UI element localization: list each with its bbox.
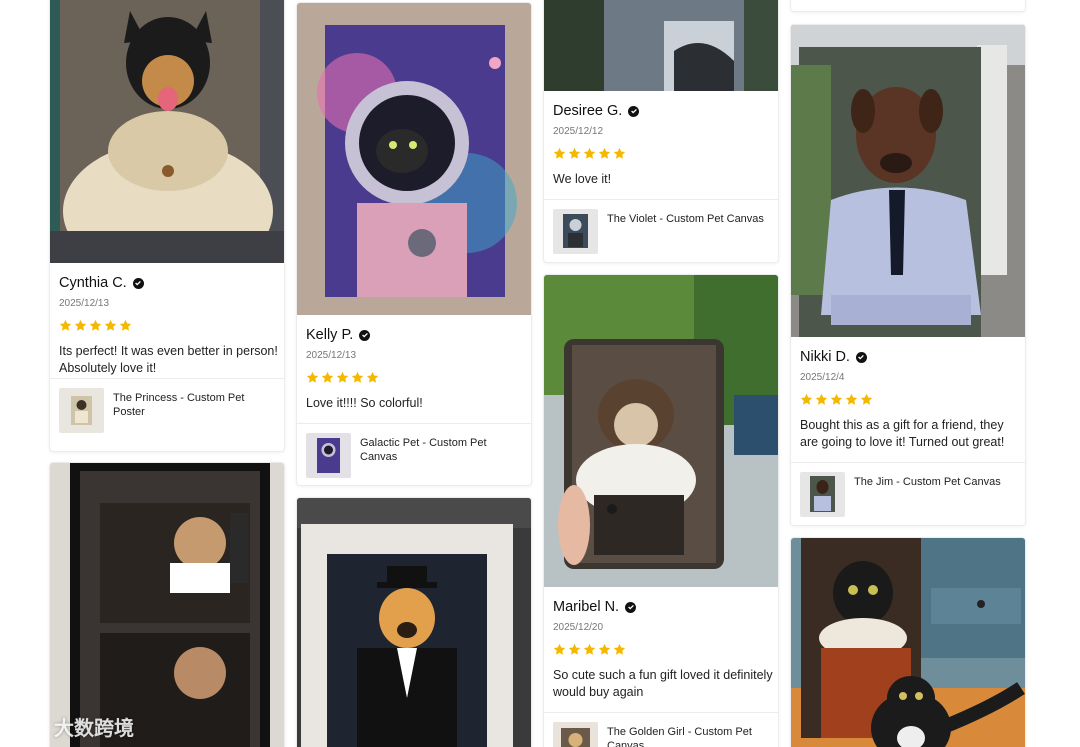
cat-portrait-photo — [791, 538, 1025, 747]
product-name[interactable]: The Golden Girl - Custom Pet Canvas — [607, 725, 772, 747]
star-icon — [366, 371, 379, 383]
star-icon — [598, 643, 611, 655]
star-icon — [104, 319, 117, 331]
star-rating — [306, 371, 379, 384]
verified-badge-icon — [359, 329, 371, 341]
watermark-text: 大数跨境 — [54, 718, 134, 740]
star-icon — [59, 319, 72, 331]
reviewer-name: Maribel N. — [553, 599, 620, 615]
product-name[interactable]: The Princess - Custom Pet Poster — [113, 391, 278, 419]
star-icon — [613, 643, 626, 655]
verified-badge-icon — [855, 351, 867, 363]
review-photo[interactable] — [791, 25, 1025, 337]
star-icon — [613, 147, 626, 159]
product-name[interactable]: The Jim - Custom Pet Canvas — [854, 475, 1019, 489]
gentlemen-cats-photo — [50, 463, 284, 747]
review-text: Its perfect! It was even better in perso… — [59, 344, 278, 375]
review-date: 2025/12/20 — [553, 622, 604, 633]
reviewer-name: Nikki D. — [800, 349, 850, 365]
reviewer-name: Desiree G. — [553, 103, 623, 119]
review-card[interactable] — [790, 0, 1026, 12]
verified-badge-icon — [625, 601, 637, 613]
business-dog-photo — [791, 25, 1025, 337]
watermark-logo-icon — [8, 716, 48, 736]
review-date: 2025/12/13 — [306, 350, 357, 361]
review-card[interactable]: Maribel N. 2025/12/20 So cute such a fun… — [543, 274, 779, 747]
astronaut-cat-photo — [297, 3, 531, 315]
reviewer-name: Cynthia C. — [59, 275, 127, 291]
star-rating — [800, 393, 873, 406]
star-icon — [815, 393, 828, 405]
review-date: 2025/12/12 — [553, 126, 604, 137]
product-link[interactable]: The Princess - Custom Pet Poster — [50, 378, 284, 440]
review-card[interactable] — [790, 537, 1026, 747]
star-icon — [553, 643, 566, 655]
product-link[interactable]: The Golden Girl - Custom Pet Canvas — [544, 712, 778, 747]
star-icon — [119, 319, 132, 331]
violet-portrait-photo — [544, 0, 778, 91]
star-icon — [568, 643, 581, 655]
review-text: Bought this as a gift for a friend, they… — [800, 418, 1005, 449]
review-card[interactable]: Cynthia C. 2025/12/13 Its perfect! It wa… — [49, 0, 285, 452]
watermark-logo: 大数跨境 — [8, 712, 134, 741]
product-link[interactable]: The Jim - Custom Pet Canvas — [791, 462, 1025, 524]
review-photo[interactable] — [544, 0, 778, 91]
star-icon — [860, 393, 873, 405]
review-photo[interactable] — [297, 498, 531, 747]
review-date: 2025/12/4 — [800, 372, 845, 383]
star-icon — [306, 371, 319, 383]
star-icon — [321, 371, 334, 383]
star-icon — [583, 643, 596, 655]
star-icon — [830, 393, 843, 405]
review-card[interactable] — [296, 497, 532, 747]
review-masonry-grid: Cynthia C. 2025/12/13 Its perfect! It wa… — [0, 0, 1080, 747]
verified-badge-icon — [628, 105, 640, 117]
star-icon — [800, 393, 813, 405]
reviewer-name: Kelly P. — [306, 327, 354, 343]
review-card[interactable] — [49, 462, 285, 747]
yorkie-mug-photo — [544, 275, 778, 587]
review-text: We love it! — [553, 172, 612, 186]
product-thumbnail[interactable] — [306, 433, 351, 478]
review-photo[interactable] — [50, 0, 284, 263]
product-name[interactable]: Galactic Pet - Custom Pet Canvas — [360, 436, 525, 464]
product-link[interactable]: The Violet - Custom Pet Canvas — [544, 199, 778, 261]
star-icon — [553, 147, 566, 159]
product-thumbnail[interactable] — [59, 388, 104, 433]
star-icon — [74, 319, 87, 331]
product-thumbnail[interactable] — [553, 722, 598, 747]
review-photo[interactable] — [544, 275, 778, 587]
star-icon — [568, 147, 581, 159]
review-text: Love it!!!! So colorful! — [306, 396, 423, 410]
review-photo[interactable] — [791, 0, 1025, 11]
review-card[interactable]: Desiree G. 2025/12/12 We love it! The Vi… — [543, 0, 779, 263]
review-photo[interactable] — [50, 463, 284, 747]
review-text: So cute such a fun gift loved it definit… — [553, 668, 773, 699]
product-link[interactable]: Galactic Pet - Custom Pet Canvas — [297, 423, 531, 485]
star-icon — [89, 319, 102, 331]
review-date: 2025/12/13 — [59, 298, 110, 309]
star-icon — [351, 371, 364, 383]
review-card[interactable]: Nikki D. 2025/12/4 Bought this as a gift… — [790, 24, 1026, 526]
princess-dog-photo — [50, 0, 284, 263]
review-card[interactable]: Kelly P. 2025/12/13 Love it!!!! So color… — [296, 2, 532, 486]
review-photo[interactable] — [791, 538, 1025, 747]
star-icon — [598, 147, 611, 159]
product-thumbnail[interactable] — [553, 209, 598, 254]
product-thumbnail[interactable] — [800, 472, 845, 517]
product-name[interactable]: The Violet - Custom Pet Canvas — [607, 212, 772, 226]
review-photo[interactable] — [297, 3, 531, 315]
verified-badge-icon — [132, 277, 144, 289]
star-rating — [553, 147, 626, 160]
star-icon — [336, 371, 349, 383]
star-icon — [845, 393, 858, 405]
golden-retriever-tuxedo-photo — [297, 498, 531, 747]
star-rating — [553, 643, 626, 656]
star-icon — [583, 147, 596, 159]
star-rating — [59, 319, 132, 332]
